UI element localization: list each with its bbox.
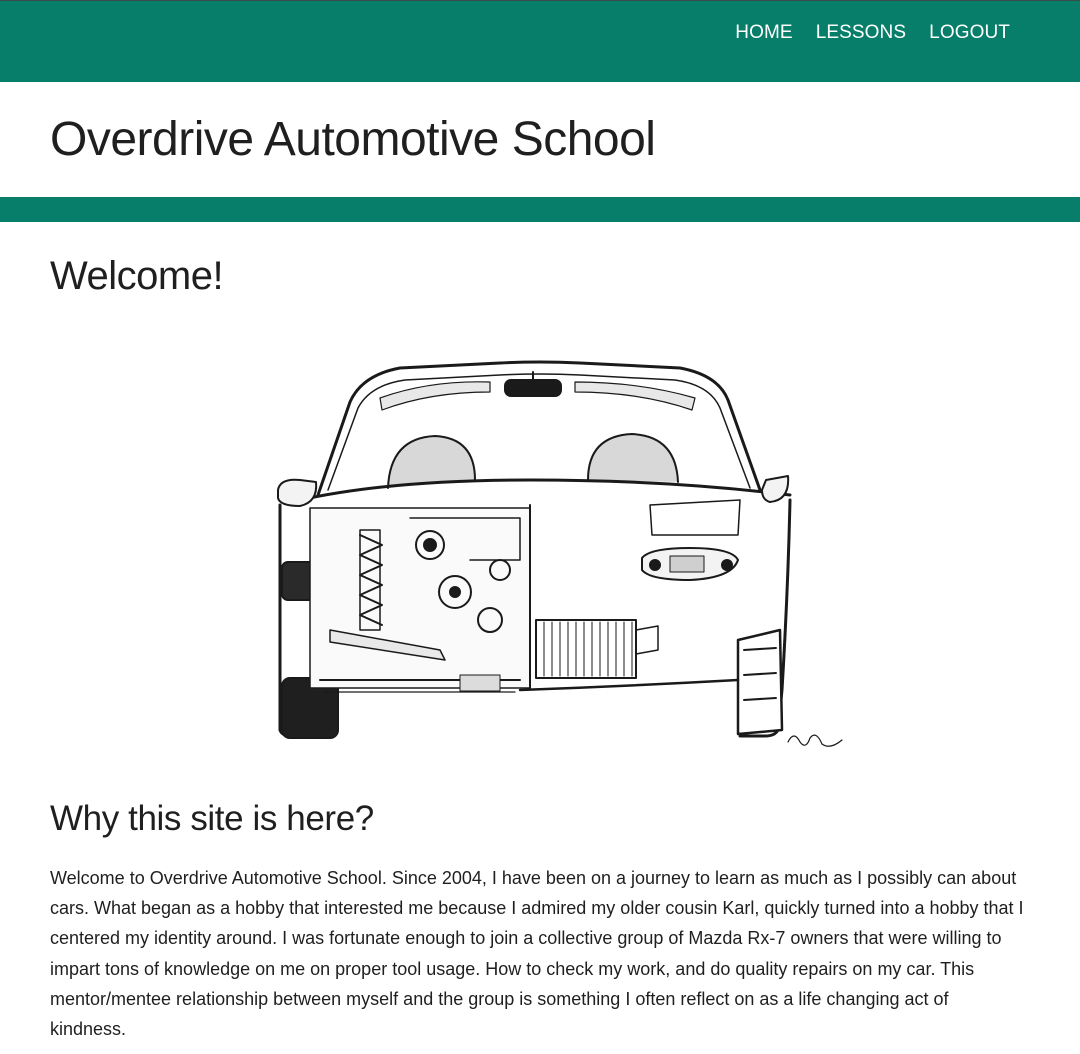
section-heading: Why this site is here?: [50, 799, 374, 838]
nav-lessons-link[interactable]: LESSONS: [816, 22, 906, 44]
site-header: Overdrive Automotive School: [0, 82, 1080, 197]
welcome-heading: Welcome!: [50, 254, 224, 298]
nav-home-link[interactable]: HOME: [735, 22, 792, 44]
site-title: Overdrive Automotive School: [50, 113, 656, 166]
header-divider-band: [0, 197, 1080, 222]
top-navigation-bar: HOME LESSONS LOGOUT: [0, 0, 1080, 82]
main-nav: HOME LESSONS LOGOUT: [735, 22, 1010, 44]
nav-logout-link[interactable]: LOGOUT: [929, 22, 1010, 44]
car-cutaway-illustration: [270, 330, 850, 760]
intro-paragraph: Welcome to Overdrive Automotive School. …: [50, 868, 1024, 1040]
